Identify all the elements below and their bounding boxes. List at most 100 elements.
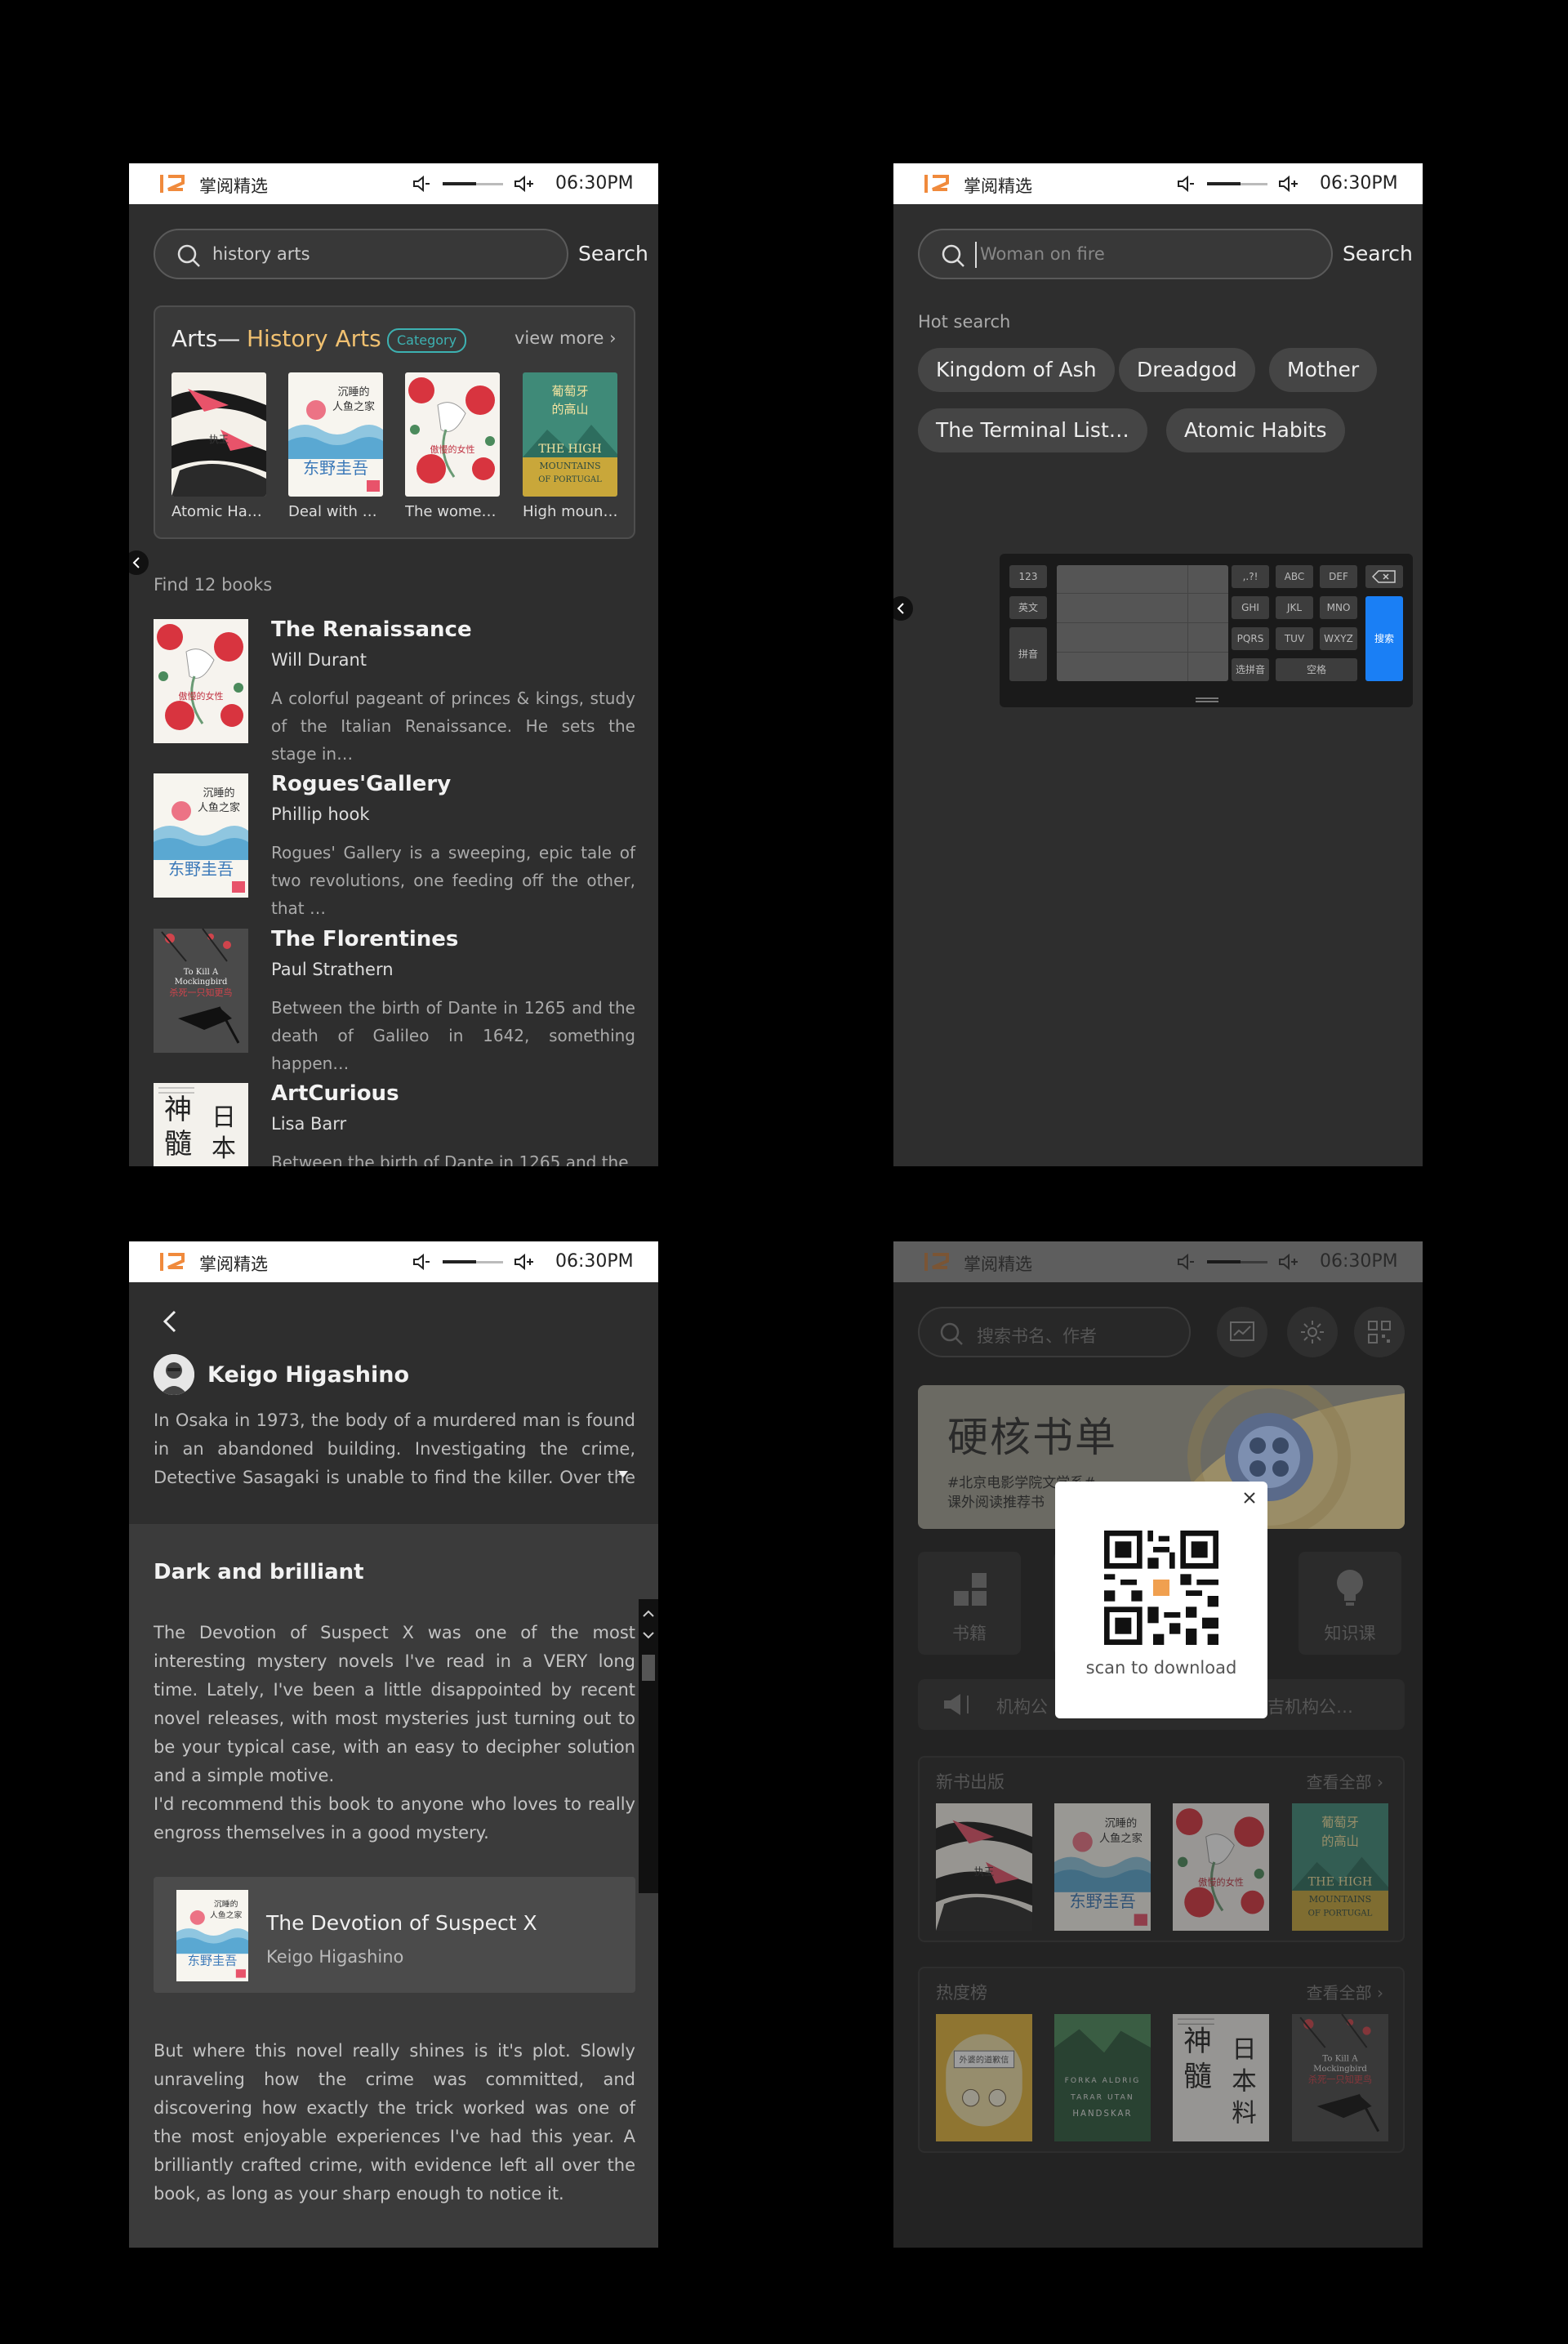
category-book[interactable]: High mount… xyxy=(523,372,619,520)
key-mno[interactable]: MNO xyxy=(1320,596,1357,619)
review-panel: Dark and brilliant The Devotion of Suspe… xyxy=(129,1524,658,2248)
book-cover xyxy=(154,772,248,899)
volume-up-icon[interactable] xyxy=(1277,1253,1300,1271)
book-cover[interactable] xyxy=(1054,1803,1151,1931)
key-pqrs[interactable]: PQRS xyxy=(1232,627,1269,650)
view-more-link[interactable]: view more › xyxy=(514,328,617,348)
book-cover[interactable] xyxy=(1173,1803,1269,1931)
settings-button[interactable] xyxy=(1287,1307,1338,1357)
volume-slider[interactable] xyxy=(443,1260,503,1263)
side-drawer-toggle[interactable] xyxy=(893,596,913,621)
scrollbar[interactable] xyxy=(639,1599,658,1893)
scroll-up-icon[interactable] xyxy=(639,1606,658,1622)
result-item[interactable]: The Renaissance Will Durant A colorful p… xyxy=(154,617,635,764)
volume-down-icon[interactable] xyxy=(1176,175,1196,193)
search-input[interactable]: history arts xyxy=(154,229,568,279)
clock: 06:30PM xyxy=(1320,1251,1398,1272)
key-search[interactable]: 搜索 xyxy=(1365,596,1403,681)
category-card[interactable]: Arts— History Arts Category view more › … xyxy=(154,305,635,539)
hot-search-screen: 掌阅精选 06:30PM Woman on fire Search Hot se… xyxy=(893,163,1423,1166)
search-button[interactable]: Search xyxy=(1343,242,1413,265)
app-logo-icon xyxy=(160,175,185,193)
scroll-down-icon[interactable] xyxy=(639,1627,658,1643)
search-input[interactable]: 搜索书名、作者 xyxy=(918,1307,1191,1357)
volume-down-icon[interactable] xyxy=(412,1253,431,1271)
result-title: The Renaissance xyxy=(271,617,472,642)
chevron-right-icon: › xyxy=(1377,1983,1383,2003)
volume-slider[interactable] xyxy=(443,182,503,185)
volume-slider[interactable] xyxy=(1207,182,1267,185)
key-space[interactable]: 空格 xyxy=(1276,658,1357,681)
volume-up-icon[interactable] xyxy=(513,1253,536,1271)
keyboard-drag-handle[interactable] xyxy=(1196,697,1218,702)
category-book[interactable]: The women… xyxy=(405,372,501,520)
volume-down-icon[interactable] xyxy=(1176,1253,1196,1271)
volume-down-icon[interactable] xyxy=(412,175,431,193)
search-button[interactable]: Search xyxy=(578,242,648,265)
volume-slider[interactable] xyxy=(1207,1260,1267,1263)
key-abc[interactable]: ABC xyxy=(1276,565,1313,588)
view-all-link[interactable]: 查看全部 › xyxy=(1307,1980,1383,2003)
app-logo-icon xyxy=(160,1253,185,1271)
gear-icon xyxy=(1301,1321,1324,1344)
scroll-thumb[interactable] xyxy=(642,1655,655,1681)
chevron-left-icon xyxy=(897,603,904,614)
status-bar: 掌阅精选 06:30PM xyxy=(893,1241,1423,1282)
key-pinyin[interactable]: 拼音 xyxy=(1009,627,1047,681)
candidate-panel[interactable] xyxy=(1057,565,1228,681)
result-author: Will Durant xyxy=(271,650,368,670)
book-cover[interactable] xyxy=(1292,1803,1388,1931)
category-tile-courses[interactable]: 知识课 xyxy=(1298,1552,1401,1655)
qr-button[interactable] xyxy=(1354,1307,1405,1357)
stats-button[interactable] xyxy=(1217,1307,1267,1357)
result-author: Phillip hook xyxy=(271,804,370,824)
book-cover[interactable] xyxy=(1173,2014,1269,2141)
hot-search-chip[interactable]: Atomic Habits xyxy=(1166,408,1345,452)
author-description: In Osaka in 1973, the body of a murdered… xyxy=(154,1410,635,1487)
onscreen-keyboard: 123 英文 拼音 ,.?! ABC DEF GHI JKL MNO PQRS … xyxy=(1000,554,1413,707)
result-item[interactable]: The Florentines Paul Strathern Between t… xyxy=(154,927,635,1073)
backspace-icon xyxy=(1371,570,1396,583)
book-reference-card[interactable]: The Devotion of Suspect X Keigo Higashin… xyxy=(154,1877,635,1993)
key-def[interactable]: DEF xyxy=(1320,565,1357,588)
home-qr-screen: 掌阅精选 06:30PM 搜索书名、作者 硬核书单 #北京电影学院文学系# 课外… xyxy=(893,1241,1423,2248)
category-book[interactable]: Atomic Hab… xyxy=(172,372,268,520)
hot-search-chip[interactable]: The Terminal List… xyxy=(918,408,1147,452)
book-cover xyxy=(176,1890,248,1981)
search-input[interactable]: Woman on fire xyxy=(918,229,1333,279)
result-title: The Florentines xyxy=(271,927,459,951)
book-cover[interactable] xyxy=(936,2014,1032,2141)
result-item[interactable]: ArtCurious Lisa Barr Between the birth o… xyxy=(154,1081,635,1166)
book-cover xyxy=(288,372,383,497)
book-cover[interactable] xyxy=(1054,2014,1151,2141)
key-tuv[interactable]: TUV xyxy=(1276,627,1313,650)
back-arrow-icon[interactable] xyxy=(158,1307,181,1336)
key-select-pinyin[interactable]: 选拼音 xyxy=(1232,658,1269,681)
key-english[interactable]: 英文 xyxy=(1009,596,1047,619)
key-numbers[interactable]: 123 xyxy=(1009,565,1047,588)
category-book[interactable]: Deal with y… xyxy=(288,372,385,520)
result-item[interactable]: Rogues'Gallery Phillip hook Rogues' Gall… xyxy=(154,772,635,918)
key-backspace[interactable] xyxy=(1365,565,1403,588)
volume-up-icon[interactable] xyxy=(1277,175,1300,193)
side-drawer-toggle[interactable] xyxy=(129,550,149,575)
review-title: Dark and brilliant xyxy=(154,1560,364,1584)
close-icon[interactable] xyxy=(1243,1491,1256,1504)
book-label: High mount… xyxy=(523,503,619,520)
view-all-link[interactable]: 查看全部 › xyxy=(1307,1769,1383,1793)
expand-caret-icon[interactable] xyxy=(617,1470,629,1478)
clock: 06:30PM xyxy=(555,173,634,194)
volume-up-icon[interactable] xyxy=(513,175,536,193)
hot-search-chip[interactable]: Mother xyxy=(1269,348,1378,392)
key-punctuation[interactable]: ,.?! xyxy=(1232,565,1269,588)
key-jkl[interactable]: JKL xyxy=(1276,596,1313,619)
key-ghi[interactable]: GHI xyxy=(1232,596,1269,619)
announcement-text-left: 机构公 xyxy=(996,1697,1048,1717)
hot-search-chip[interactable]: Dreadgod xyxy=(1119,348,1255,392)
key-wxyz[interactable]: WXYZ xyxy=(1320,627,1357,650)
result-description: A colorful pageant of princes & kings, s… xyxy=(271,688,635,764)
hot-search-chip[interactable]: Kingdom of Ash xyxy=(918,348,1115,392)
book-cover[interactable] xyxy=(936,1803,1032,1931)
category-tile-books[interactable]: 书籍 xyxy=(918,1552,1021,1655)
book-cover[interactable] xyxy=(1292,2014,1388,2141)
